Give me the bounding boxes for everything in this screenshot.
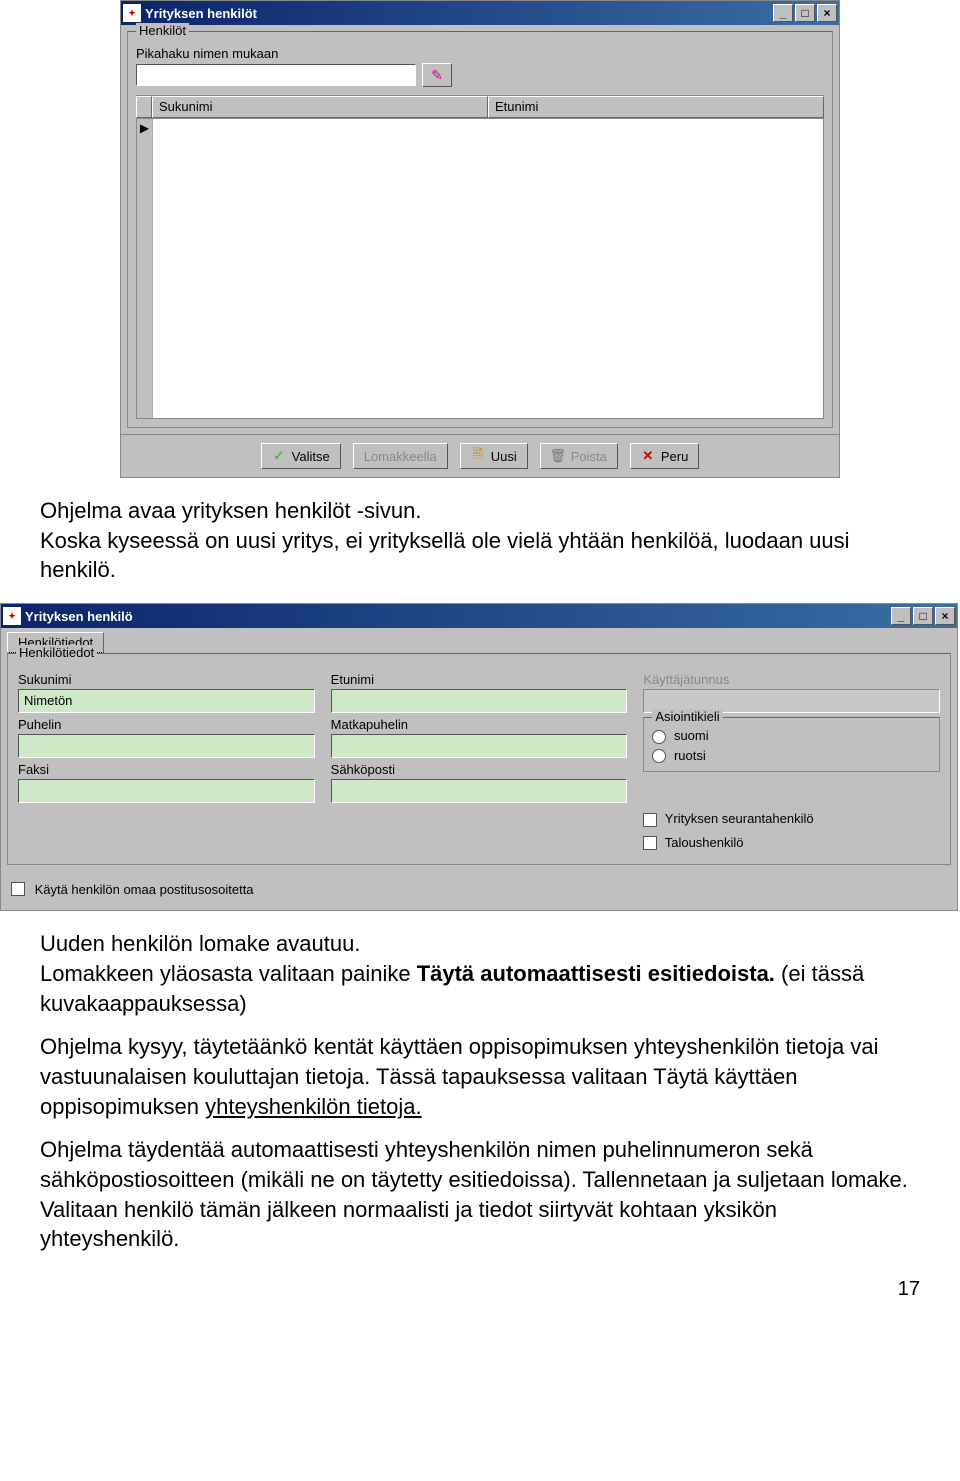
table-header: Sukunimi Etunimi xyxy=(136,95,824,119)
lang-fi-label: suomi xyxy=(674,728,709,743)
cancel-button[interactable]: ✕ Peru xyxy=(630,443,699,469)
tracking-label: Yrityksen seurantahenkilö xyxy=(665,811,814,826)
firstname-label: Etunimi xyxy=(331,672,628,687)
tracking-checkbox[interactable] xyxy=(643,813,657,827)
p2-1b: Lomakkeen yläosasta valitaan painike xyxy=(40,961,417,986)
window-title: Yrityksen henkilöt xyxy=(145,6,773,21)
trash-icon: 🗑 xyxy=(551,449,565,463)
maximize-button[interactable]: □ xyxy=(913,607,933,625)
p2-2b: yhteyshenkilön tietoja. xyxy=(205,1094,421,1119)
minimize-button[interactable]: _ xyxy=(891,607,911,625)
titlebar2: ✦ Yrityksen henkilö _ □ × xyxy=(1,604,957,628)
tab-row: Henkilötiedot xyxy=(1,628,957,653)
select-button[interactable]: ✓ Valitse xyxy=(261,443,341,469)
new-label: Uusi xyxy=(491,449,517,464)
userid-label: Käyttäjätunnus xyxy=(643,672,940,687)
table-body: ▶ xyxy=(136,119,824,419)
cancel-label: Peru xyxy=(661,449,688,464)
window-buttons: _ □ × xyxy=(773,4,837,22)
firstname-input[interactable] xyxy=(331,689,628,713)
ownaddr-label: Käytä henkilön omaa postitusosoitetta xyxy=(35,882,254,897)
lang-sv-label: ruotsi xyxy=(674,748,706,763)
group-legend: Henkilötiedot xyxy=(16,645,97,660)
x-icon: ✕ xyxy=(641,449,655,463)
lastname-input[interactable]: Nimetön xyxy=(18,689,315,713)
search-input[interactable] xyxy=(136,64,416,86)
button-row: ✓ Valitse Lomakkeella 🗎 Uusi 🗑 Poista ✕ … xyxy=(121,434,839,477)
lang-group-legend: Asiointikieli xyxy=(652,709,722,724)
p2-1a: Uuden henkilön lomake avautuu. xyxy=(40,931,360,956)
fax-label: Faksi xyxy=(18,762,315,777)
row-marker: ▶ xyxy=(137,119,153,418)
mobile-label: Matkapuhelin xyxy=(331,717,628,732)
table-empty-area xyxy=(153,119,823,418)
app-icon: ✦ xyxy=(123,4,141,22)
mobile-input[interactable] xyxy=(331,734,628,758)
col-lastname[interactable]: Sukunimi xyxy=(152,96,488,118)
lastname-label: Sukunimi xyxy=(18,672,315,687)
form-label: Lomakkeella xyxy=(364,449,437,464)
finance-checkbox[interactable] xyxy=(643,836,657,850)
window2-title: Yrityksen henkilö xyxy=(25,609,891,624)
close-button[interactable]: × xyxy=(817,4,837,22)
select-label: Valitse xyxy=(292,449,330,464)
search-label: Pikahaku nimen mukaan xyxy=(136,46,824,61)
new-button[interactable]: 🗎 Uusi xyxy=(460,443,528,469)
persons-window: ✦ Yrityksen henkilöt _ □ × Henkilöt Pika… xyxy=(120,0,840,478)
close-button[interactable]: × xyxy=(935,607,955,625)
email-input[interactable] xyxy=(331,779,628,803)
phone-input[interactable] xyxy=(18,734,315,758)
p2-2a: Ohjelma kysyy, täytetäänkö kentät käyttä… xyxy=(40,1034,879,1118)
finance-label: Taloushenkilö xyxy=(665,835,744,850)
p2-1c: Täytä automaattisesti esitiedoista. xyxy=(417,961,775,986)
document-icon: 🗎 xyxy=(471,449,485,463)
phone-label: Puhelin xyxy=(18,717,315,732)
radio-suomi[interactable] xyxy=(652,730,666,744)
person-window: ✦ Yrityksen henkilö _ □ × Henkilötiedot … xyxy=(0,603,958,911)
person-details-group: Henkilötiedot Sukunimi Nimetön Etunimi K… xyxy=(7,653,951,865)
radio-ruotsi[interactable] xyxy=(652,749,666,763)
col-firstname[interactable]: Etunimi xyxy=(488,96,824,118)
form-button[interactable]: Lomakkeella xyxy=(353,443,448,469)
minimize-button[interactable]: _ xyxy=(773,4,793,22)
clear-search-button[interactable]: ✎ xyxy=(422,63,452,87)
own-address-row: Käytä henkilön omaa postitusosoitetta xyxy=(1,871,957,910)
eraser-icon: ✎ xyxy=(431,67,443,84)
group-legend: Henkilöt xyxy=(136,23,189,38)
page-number: 17 xyxy=(0,1268,960,1301)
body-text-2: Uuden henkilön lomake avautuu. Lomakkeen… xyxy=(0,929,960,1254)
p2-3: Ohjelma täydentää automaattisesti yhteys… xyxy=(40,1135,920,1254)
email-label: Sähköposti xyxy=(331,762,628,777)
p1-line2: Koska kyseessä on uusi yritys, ei yrityk… xyxy=(40,528,850,583)
body-text-1: Ohjelma avaa yrityksen henkilöt -sivun. … xyxy=(0,496,960,585)
fax-input[interactable] xyxy=(18,779,315,803)
maximize-button[interactable]: □ xyxy=(795,4,815,22)
app-icon: ✦ xyxy=(3,607,21,625)
persons-group: Henkilöt Pikahaku nimen mukaan ✎ Sukunim… xyxy=(127,31,833,428)
p1-line1: Ohjelma avaa yrityksen henkilöt -sivun. xyxy=(40,498,422,523)
window-buttons: _ □ × xyxy=(891,607,955,625)
table-row-selector-header xyxy=(136,96,152,118)
delete-label: Poista xyxy=(571,449,607,464)
titlebar: ✦ Yrityksen henkilöt _ □ × xyxy=(121,1,839,25)
ownaddr-checkbox[interactable] xyxy=(11,882,25,896)
delete-button[interactable]: 🗑 Poista xyxy=(540,443,618,469)
check-icon: ✓ xyxy=(272,449,286,463)
